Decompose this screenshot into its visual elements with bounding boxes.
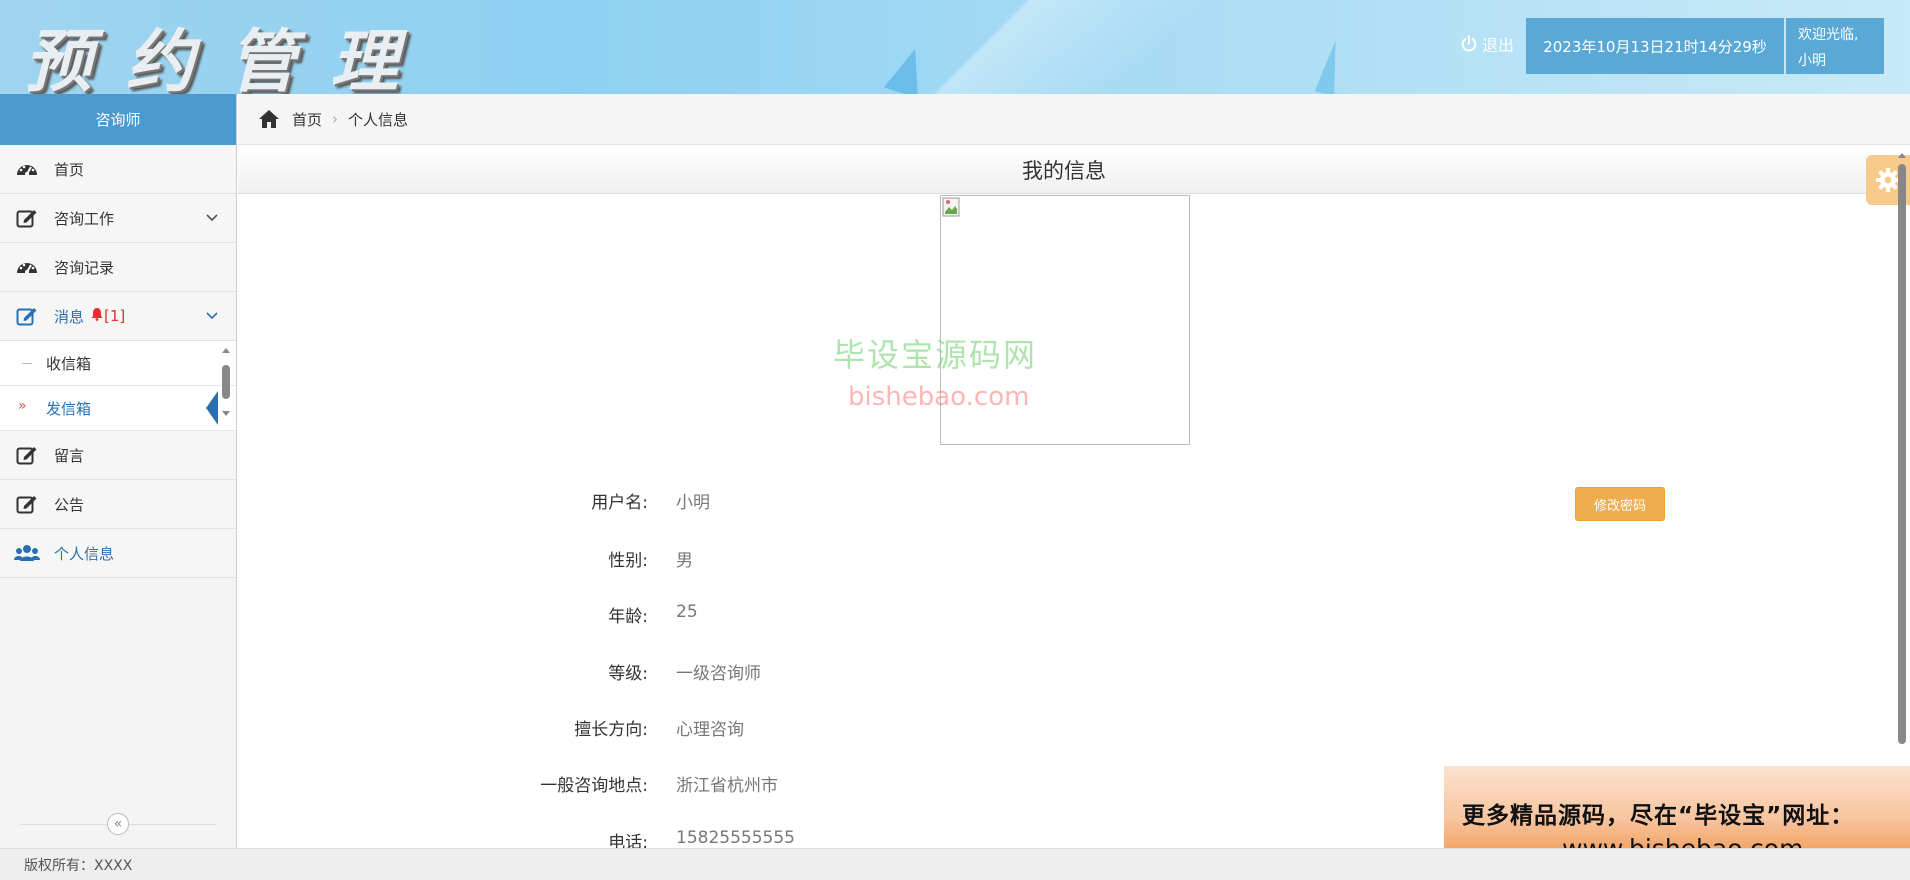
active-marker bbox=[206, 391, 218, 425]
field-label: 一般咨询地点: bbox=[540, 776, 648, 796]
edit-icon bbox=[14, 493, 40, 515]
field-label: 年龄: bbox=[608, 607, 648, 627]
field-row-location: 一般咨询地点: 浙江省杭州市 bbox=[238, 771, 1138, 801]
header-decoration bbox=[780, 0, 1300, 94]
field-row-gender: 性别: 男 bbox=[238, 546, 1138, 576]
edit-icon bbox=[14, 305, 40, 327]
tree-line bbox=[22, 363, 32, 364]
sidebar-item-consult-work[interactable]: 咨询工作 bbox=[0, 194, 236, 243]
app-title: 预约管理 bbox=[24, 22, 433, 94]
field-value: 男 bbox=[676, 551, 693, 571]
broken-image-icon bbox=[942, 197, 960, 217]
sidebar-item-label: 留言 bbox=[54, 446, 85, 465]
field-row-age: 年龄: 25 bbox=[238, 602, 1138, 632]
users-icon bbox=[14, 542, 40, 564]
footer: 版权所有：XXXX bbox=[0, 848, 1910, 880]
message-count-badge: [1] bbox=[104, 307, 126, 325]
sidebar-subitem-label: 收信箱 bbox=[46, 354, 92, 373]
sidebar-item-messages[interactable]: 消息 [1] bbox=[0, 292, 236, 341]
submenu-scrollbar[interactable] bbox=[220, 345, 232, 425]
field-value: 25 bbox=[676, 602, 698, 622]
sidebar-item-home[interactable]: 首页 bbox=[0, 145, 236, 194]
field-label: 性别: bbox=[608, 551, 648, 571]
sidebar-subitem-inbox[interactable]: 收信箱 bbox=[0, 341, 236, 386]
power-icon bbox=[1461, 35, 1477, 52]
field-row-username: 用户名: 小明 bbox=[238, 488, 1138, 518]
sidebar-item-label: 个人信息 bbox=[54, 544, 115, 563]
change-password-button[interactable]: 修改密码 bbox=[1575, 487, 1665, 521]
datetime-display: 2023年10月13日21时14分29秒 bbox=[1526, 18, 1784, 74]
home-icon[interactable] bbox=[258, 109, 280, 129]
sidebar-item-label: 公告 bbox=[54, 495, 85, 514]
sidebar-collapse-button[interactable]: « bbox=[107, 813, 129, 835]
breadcrumb-home-link[interactable]: 首页 bbox=[292, 109, 322, 130]
sidebar-role: 咨询师 bbox=[0, 94, 236, 145]
watermark-text: 毕设宝源码网 bbox=[833, 336, 1038, 374]
edit-icon bbox=[14, 207, 40, 229]
sidebar-item-guestbook[interactable]: 留言 bbox=[0, 431, 236, 480]
bell-icon bbox=[90, 307, 104, 325]
dashboard-icon bbox=[14, 158, 40, 180]
field-row-level: 等级: 一级咨询师 bbox=[238, 659, 1138, 689]
watermark-url: bishebao.com bbox=[848, 382, 1030, 412]
header-decoration bbox=[1314, 38, 1346, 94]
sidebar-item-announcements[interactable]: 公告 bbox=[0, 480, 236, 529]
sidebar-item-label: 咨询记录 bbox=[54, 258, 115, 277]
edit-icon bbox=[14, 444, 40, 466]
logout-label: 退出 bbox=[1482, 36, 1515, 55]
breadcrumb: 首页 › 个人信息 bbox=[238, 94, 1910, 145]
main-scrollbar[interactable] bbox=[1896, 150, 1908, 750]
ad-text: 更多精品源码，尽在“毕设宝”网址： bbox=[1462, 803, 1855, 829]
field-row-specialty: 擅长方向: 心理咨询 bbox=[238, 715, 1138, 745]
app-header: 预约管理 退出 2023年10月13日21时14分29秒 欢迎光临, 小明 bbox=[0, 0, 1910, 94]
breadcrumb-current: 个人信息 bbox=[348, 110, 409, 129]
field-value: 15825555555 bbox=[676, 828, 795, 848]
double-chevron-right-icon: » bbox=[18, 398, 27, 414]
welcome-box: 欢迎光临, 小明 bbox=[1786, 18, 1884, 74]
breadcrumb-separator: › bbox=[332, 110, 339, 128]
field-value: 小明 bbox=[676, 493, 710, 513]
field-label: 等级: bbox=[608, 664, 648, 684]
field-value: 心理咨询 bbox=[676, 720, 744, 740]
dashboard-icon bbox=[14, 256, 40, 278]
sidebar-subitem-outbox[interactable]: » 发信箱 bbox=[0, 386, 236, 431]
messages-submenu: 收信箱 » 发信箱 bbox=[0, 341, 236, 431]
username-text: 小明 bbox=[1798, 53, 1826, 69]
sidebar-item-consult-records[interactable]: 咨询记录 bbox=[0, 243, 236, 292]
sidebar: 咨询师 首页 咨询工作 咨询记录 消息 [1] 收信箱 » 发信箱 留言 公告 … bbox=[0, 94, 237, 848]
field-label: 用户名: bbox=[591, 493, 648, 513]
copyright-text: 版权所有：XXXX bbox=[24, 857, 133, 874]
field-value: 浙江省杭州市 bbox=[676, 776, 778, 796]
sidebar-subitem-label: 发信箱 bbox=[46, 399, 92, 418]
field-label: 擅长方向: bbox=[574, 720, 648, 740]
chevron-down-icon bbox=[206, 312, 218, 320]
field-value: 一级咨询师 bbox=[676, 664, 761, 684]
sidebar-item-label: 消息 bbox=[54, 307, 85, 326]
sidebar-item-personal-info[interactable]: 个人信息 bbox=[0, 529, 236, 578]
sidebar-item-label: 首页 bbox=[54, 160, 85, 179]
sidebar-item-label: 咨询工作 bbox=[54, 209, 115, 228]
page-title: 我的信息 bbox=[238, 146, 1890, 194]
logout-button[interactable]: 退出 bbox=[1460, 32, 1514, 56]
welcome-text: 欢迎光临, bbox=[1798, 27, 1859, 43]
chevron-down-icon bbox=[206, 214, 218, 222]
